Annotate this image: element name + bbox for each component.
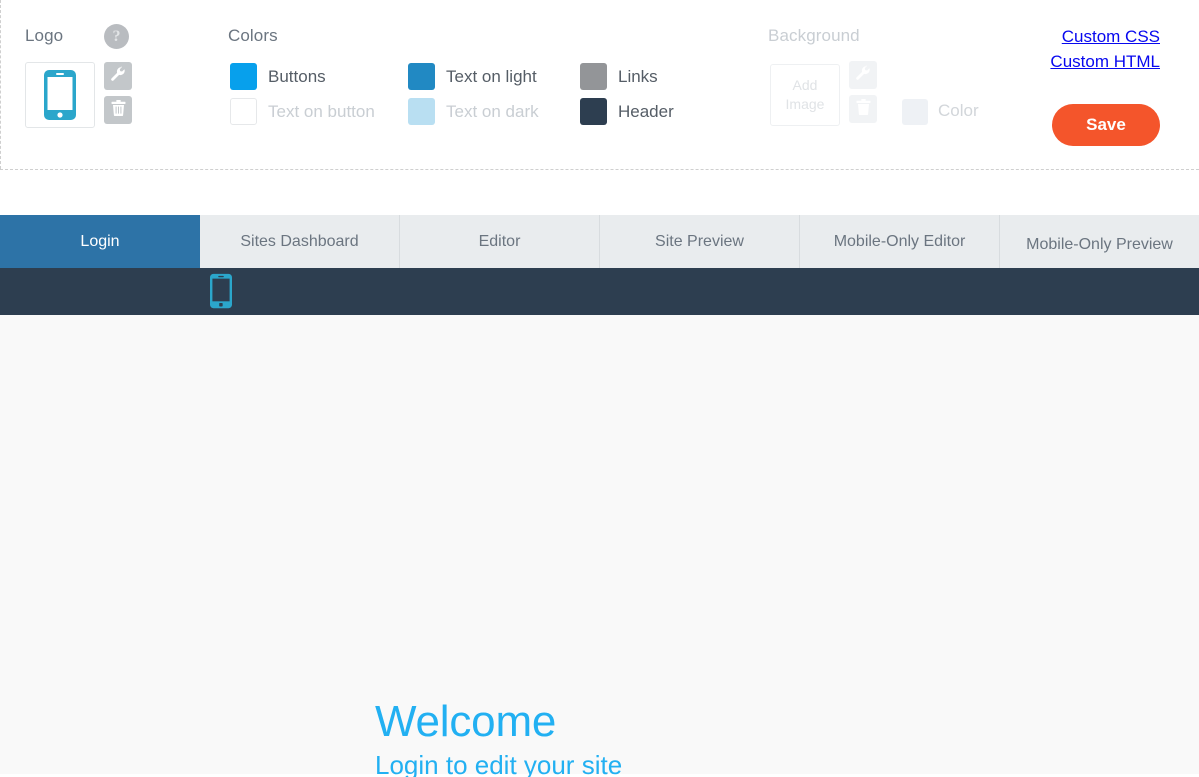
color-swatch-links[interactable]: Links — [580, 63, 658, 90]
color-swatch-header[interactable]: Header — [580, 98, 674, 125]
logo-delete-button[interactable] — [104, 96, 132, 124]
tab-label: Editor — [478, 232, 521, 250]
design-toolbar: Logo ? Colors Buttons Text on button Tex… — [0, 0, 1199, 170]
custom-code-links: Custom CSS Custom HTML — [1050, 24, 1160, 74]
logo-preview-box[interactable] — [25, 62, 95, 128]
swatch-chip[interactable] — [580, 98, 607, 125]
tab-site-preview[interactable]: Site Preview — [600, 215, 800, 274]
swatch-chip[interactable] — [230, 98, 257, 125]
tab-mobile-only-editor[interactable]: Mobile-Only Editor — [800, 215, 1000, 274]
tab-mobile-only-preview[interactable]: Mobile-Only Preview — [1000, 215, 1199, 274]
page-title: Welcome — [375, 697, 557, 746]
tab-login[interactable]: Login — [0, 215, 200, 268]
tab-label: Mobile-Only Preview — [1026, 235, 1173, 253]
mobile-phone-icon — [44, 70, 76, 120]
background-color-label: Color — [938, 101, 979, 120]
swatch-label: Text on button — [268, 101, 375, 121]
tab-sites-dashboard[interactable]: Sites Dashboard — [200, 215, 400, 274]
color-swatch-text-on-dark[interactable]: Text on dark — [408, 98, 539, 125]
swatch-label: Text on dark — [446, 101, 539, 121]
colors-group-label: Colors — [228, 26, 278, 45]
add-image-line1: Add — [792, 77, 818, 93]
view-tabs: Login Sites Dashboard Editor Site Previe… — [0, 215, 1199, 274]
swatch-chip[interactable] — [408, 63, 435, 90]
background-delete-button[interactable] — [849, 95, 877, 123]
add-image-line2: Image — [785, 96, 825, 112]
color-swatch-text-on-button[interactable]: Text on button — [230, 98, 375, 125]
color-swatch-text-on-light[interactable]: Text on light — [408, 63, 537, 90]
tab-label: Site Preview — [655, 232, 744, 250]
custom-css-link[interactable]: Custom CSS — [1050, 24, 1160, 49]
tab-label: Mobile-Only Editor — [833, 232, 966, 250]
add-image-button[interactable]: Add Image — [770, 64, 840, 126]
tab-label: Login — [80, 232, 120, 250]
logo-group-label: Logo — [25, 26, 64, 45]
custom-html-link[interactable]: Custom HTML — [1050, 49, 1160, 74]
site-preview-header — [0, 268, 1199, 315]
swatch-chip[interactable] — [408, 98, 435, 125]
trash-icon — [856, 98, 871, 120]
swatch-label: Text on light — [446, 66, 537, 86]
wrench-icon — [110, 66, 126, 87]
logo-edit-button[interactable] — [104, 62, 132, 90]
swatch-label: Header — [618, 101, 674, 121]
color-swatch-buttons[interactable]: Buttons — [230, 63, 326, 90]
mobile-phone-icon — [210, 273, 232, 314]
trash-icon — [111, 99, 126, 121]
swatch-chip[interactable] — [230, 63, 257, 90]
tab-label: Sites Dashboard — [240, 232, 359, 250]
tab-editor[interactable]: Editor — [400, 215, 600, 274]
toolbar-spacer — [0, 170, 1199, 215]
background-edit-button[interactable] — [849, 61, 877, 89]
help-icon[interactable]: ? — [104, 24, 129, 49]
save-button[interactable]: Save — [1052, 104, 1160, 146]
swatch-label: Links — [618, 66, 658, 86]
swatch-label: Buttons — [268, 66, 326, 86]
background-group-label: Background — [768, 26, 860, 45]
welcome-block: Welcome Login to edit your site — [375, 696, 622, 777]
page-subtitle: Login to edit your site — [375, 750, 623, 777]
background-color-swatch[interactable] — [902, 99, 928, 125]
swatch-chip[interactable] — [580, 63, 607, 90]
wrench-icon — [855, 65, 871, 86]
site-preview-body: Welcome Login to edit your site Email — [0, 315, 1199, 777]
